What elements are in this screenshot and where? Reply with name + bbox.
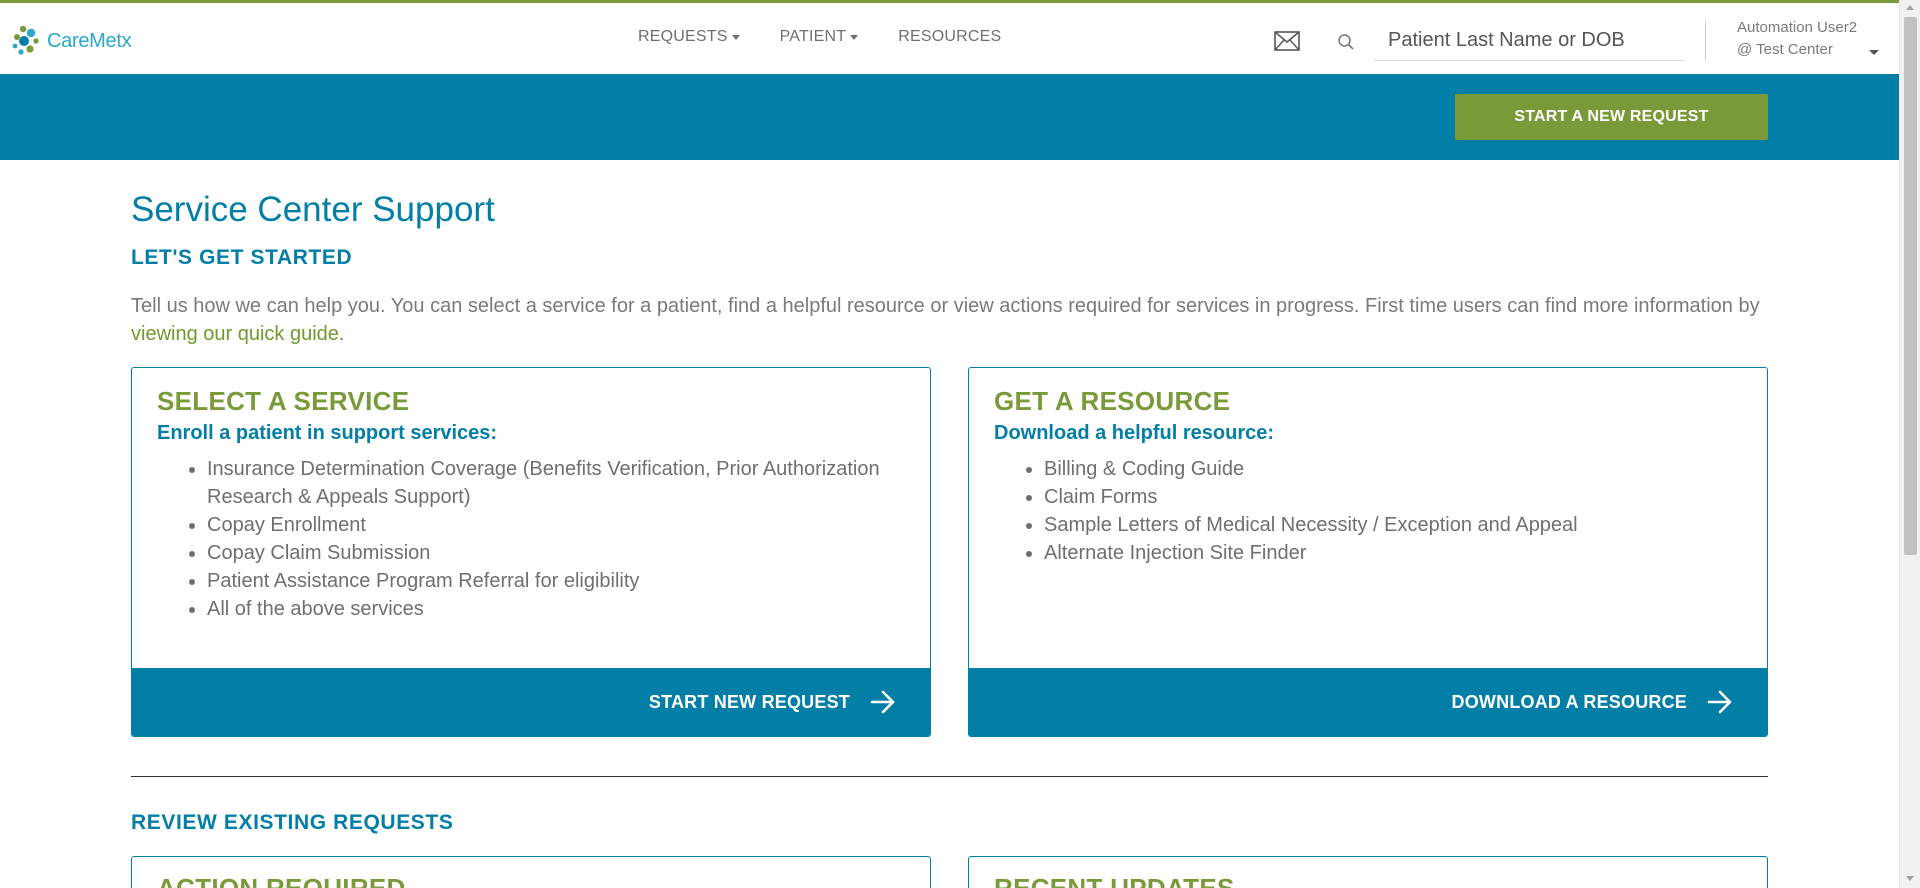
main-nav: REQUESTS PATIENT RESOURCES	[638, 28, 1001, 46]
intro-body: Tell us how we can help you. You can sel…	[131, 295, 1760, 317]
scrollbar-thumb[interactable]	[1904, 17, 1917, 555]
list-item: Copay Claim Submission	[207, 539, 907, 567]
logo-dots-icon	[12, 25, 39, 55]
card-heading: SELECT A SERVICE	[157, 386, 410, 416]
list-item: Claim Forms	[1044, 483, 1744, 511]
nav-requests[interactable]: REQUESTS	[638, 28, 740, 46]
page-title: Service Center Support	[131, 190, 495, 229]
card-action-label: DOWNLOAD A RESOURCE	[1451, 691, 1687, 712]
search-icon[interactable]	[1337, 33, 1355, 51]
intro-text: Tell us how we can help you. You can sel…	[131, 292, 1771, 348]
user-menu[interactable]: Automation User2 @ Test Center	[1737, 17, 1887, 61]
caret-down-icon	[731, 35, 740, 40]
user-center: @ Test Center	[1737, 41, 1833, 58]
list-item: All of the above services	[207, 595, 907, 623]
mail-icon[interactable]	[1274, 31, 1300, 51]
download-resource-link[interactable]: DOWNLOAD A RESOURCE	[969, 668, 1767, 736]
scroll-up-icon[interactable]	[1906, 5, 1914, 10]
nav-requests-label: REQUESTS	[638, 28, 728, 45]
nav-resources-label: RESOURCES	[898, 28, 1002, 45]
start-new-request-button[interactable]: START A NEW REQUEST	[1455, 94, 1768, 140]
page-subtitle: LET'S GET STARTED	[131, 246, 353, 269]
card-heading: GET A RESOURCE	[994, 386, 1231, 416]
logo-text: CareMetx	[47, 29, 132, 52]
caremetx-logo[interactable]: CareMetx	[9, 22, 139, 60]
intro-end: .	[338, 323, 345, 345]
list-item: Alternate Injection Site Finder	[1044, 539, 1744, 567]
list-item: Sample Letters of Medical Necessity / Ex…	[1044, 511, 1744, 539]
header-divider	[1705, 21, 1706, 61]
get-resource-card: GET A RESOURCE Download a helpful resour…	[968, 367, 1768, 737]
card-subheading: Enroll a patient in support services:	[157, 422, 498, 444]
card-heading: RECENT UPDATES	[994, 873, 1235, 888]
recent-updates-card: RECENT UPDATES	[968, 856, 1768, 888]
top-header: CareMetx REQUESTS PATIENT RESOURCES Auto…	[0, 3, 1899, 74]
list-item: Insurance Determination Coverage (Benefi…	[207, 455, 907, 511]
nav-resources[interactable]: RESOURCES	[898, 28, 1001, 46]
card-heading: ACTION REQUIRED	[157, 873, 406, 888]
quick-guide-link[interactable]: viewing our quick guide	[131, 323, 339, 345]
scroll-down-icon[interactable]	[1906, 876, 1914, 881]
arrow-right-icon	[870, 690, 895, 714]
list-item: Patient Assistance Program Referral for …	[207, 567, 907, 595]
resource-list: Billing & Coding Guide Claim Forms Sampl…	[1044, 455, 1744, 567]
action-required-card: ACTION REQUIRED	[131, 856, 931, 888]
section-divider	[131, 776, 1768, 777]
nav-patient-label: PATIENT	[779, 28, 847, 45]
nav-patient[interactable]: PATIENT	[780, 28, 859, 46]
list-item: Copay Enrollment	[207, 511, 907, 539]
arrow-right-icon	[1707, 690, 1732, 714]
page-scrollbar[interactable]	[1899, 0, 1920, 888]
review-requests-title: REVIEW EXISTING REQUESTS	[131, 811, 454, 834]
card-action-label: START NEW REQUEST	[648, 691, 850, 712]
card-subheading: Download a helpful resource:	[994, 422, 1275, 444]
select-service-card: SELECT A SERVICE Enroll a patient in sup…	[131, 367, 931, 737]
patient-search-input[interactable]	[1374, 21, 1684, 61]
service-list: Insurance Determination Coverage (Benefi…	[207, 455, 907, 623]
user-menu-caret-icon[interactable]	[1869, 50, 1879, 55]
caret-down-icon	[850, 35, 859, 40]
user-name: Automation User2	[1737, 19, 1858, 36]
start-new-request-link[interactable]: START NEW REQUEST	[132, 668, 930, 736]
list-item: Billing & Coding Guide	[1044, 455, 1744, 483]
